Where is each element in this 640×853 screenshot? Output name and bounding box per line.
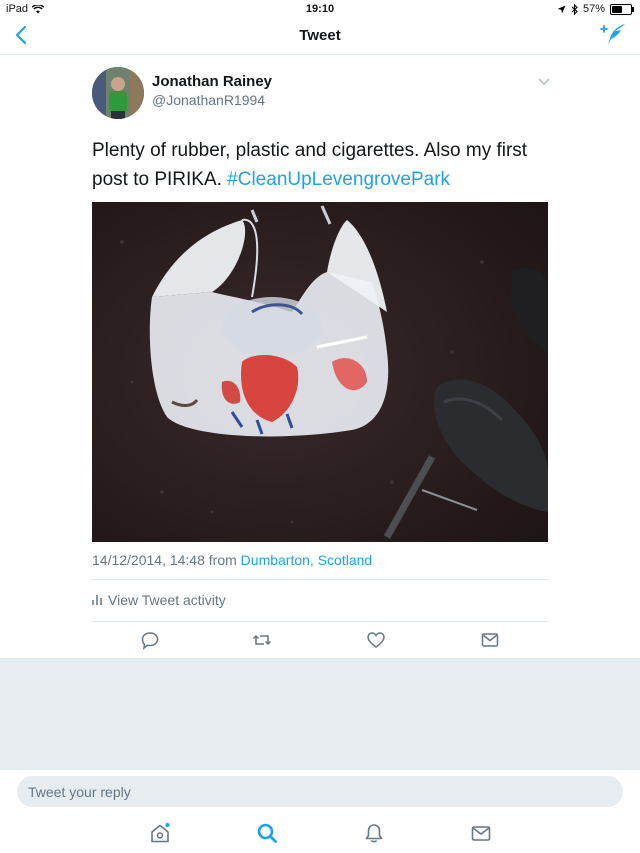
reply-icon[interactable] <box>140 630 160 650</box>
compose-tweet-icon[interactable] <box>600 23 626 47</box>
author-name[interactable]: Jonathan Rainey <box>152 73 272 90</box>
page-title: Tweet <box>299 27 341 44</box>
divider <box>92 579 548 580</box>
tab-bar <box>0 815 640 853</box>
conversation-background <box>0 658 640 770</box>
hashtag-link[interactable]: #CleanUpLevengrovePark <box>227 169 450 190</box>
bluetooth-icon <box>571 3 578 15</box>
litter-bag-photo <box>92 202 548 542</box>
battery-icon <box>610 3 634 15</box>
tweet-photo[interactable] <box>92 202 548 542</box>
direct-message-icon[interactable] <box>480 630 500 650</box>
activity-label: View Tweet activity <box>108 592 226 608</box>
reply-bar <box>0 769 640 816</box>
retweet-icon[interactable] <box>252 630 272 650</box>
battery-fill <box>612 5 622 13</box>
battery-percent: 57% <box>582 3 605 15</box>
home-icon[interactable] <box>149 822 171 844</box>
tweet-activity-link[interactable]: View Tweet activity <box>92 592 226 608</box>
activity-icon <box>92 595 102 605</box>
status-bar: iPad 19:10 57% <box>0 0 640 18</box>
status-time: 19:10 <box>305 3 335 15</box>
location-link[interactable]: Dumbarton, Scotland <box>241 552 373 568</box>
author-handle[interactable]: @JonathanR1994 <box>152 92 265 108</box>
tweet-timestamp: 14/12/2014, 14:48 from Dumbarton, Scotla… <box>92 552 372 568</box>
heart-icon[interactable] <box>366 630 386 650</box>
timestamp-text: 14/12/2014, 14:48 from <box>92 552 241 568</box>
divider <box>92 621 548 622</box>
reply-input[interactable] <box>17 776 623 807</box>
chevron-down-icon[interactable] <box>538 77 550 87</box>
navigation-bar: Tweet <box>0 18 640 55</box>
location-arrow-icon <box>557 5 566 13</box>
avatar-photo <box>92 67 144 119</box>
search-icon[interactable] <box>256 822 278 844</box>
avatar[interactable] <box>92 67 144 119</box>
bell-icon[interactable] <box>363 822 385 844</box>
tweet-text: Plenty of rubber, plastic and cigarettes… <box>92 136 562 194</box>
envelope-icon[interactable] <box>470 822 492 844</box>
